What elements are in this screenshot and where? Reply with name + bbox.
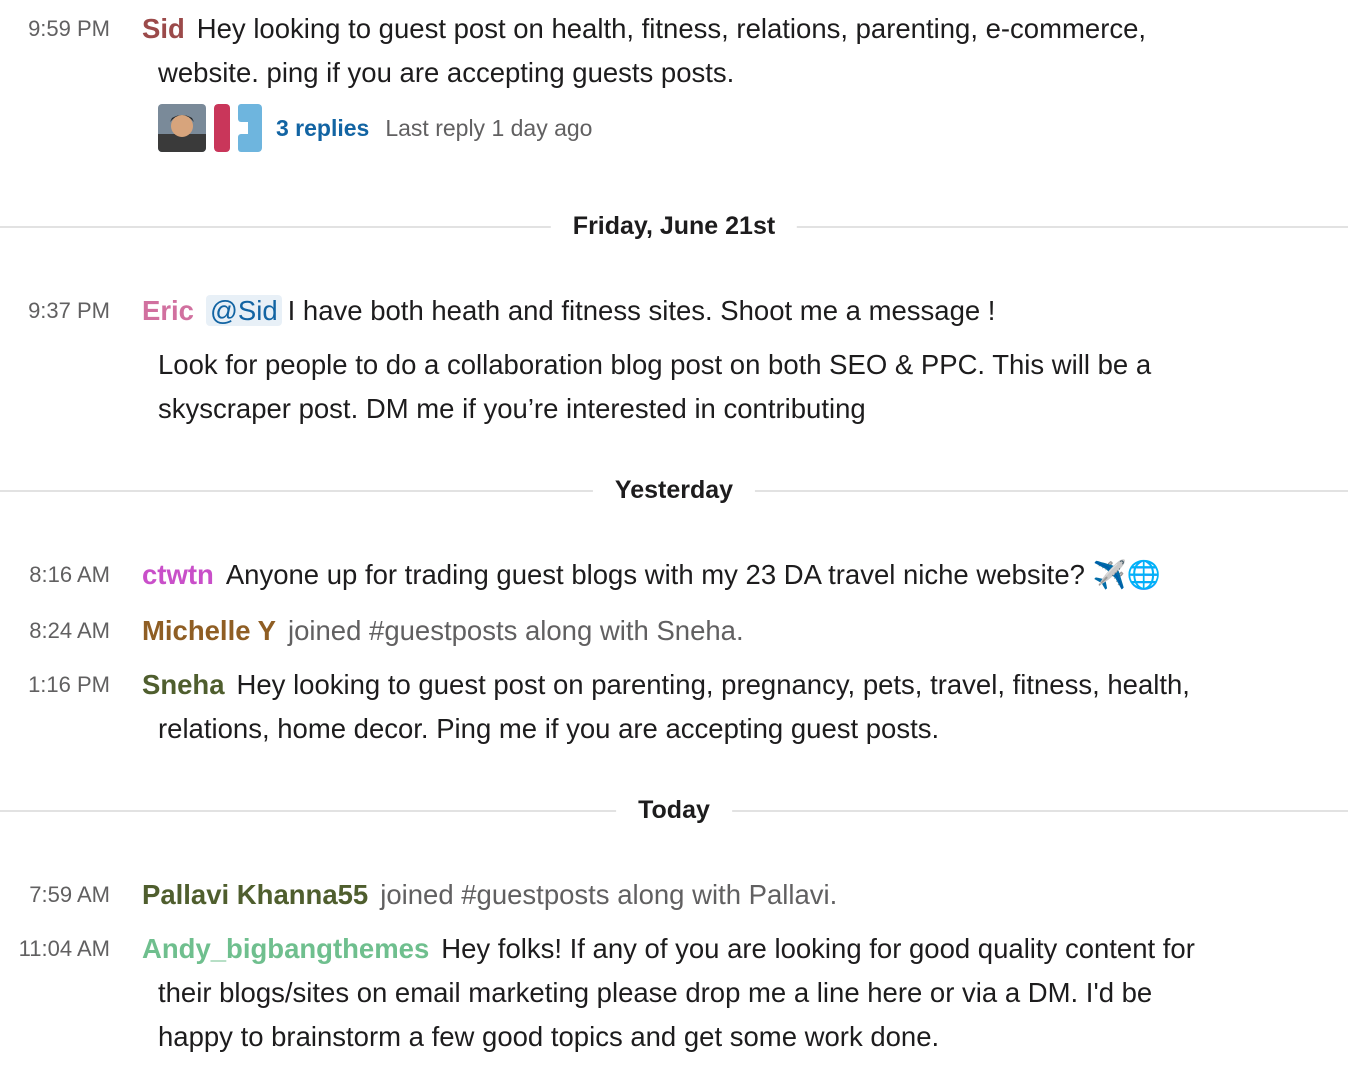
- message-text: Hey folks! If any of you are looking for…: [441, 933, 1195, 964]
- date-divider: Yesterday: [0, 473, 1348, 507]
- message-text: Hey looking to guest post on health, fit…: [196, 13, 1147, 44]
- date-divider-label[interactable]: Today: [616, 793, 732, 827]
- date-divider-label[interactable]: Friday, June 21st: [550, 209, 798, 243]
- message-timestamp[interactable]: 8:24 AM: [0, 618, 110, 644]
- message-timestamp[interactable]: 9:59 PM: [0, 16, 110, 42]
- message-first-line: Andy_bigbangthemes Hey folks! If any of y…: [142, 933, 1195, 965]
- message-timestamp[interactable]: 7:59 AM: [0, 882, 110, 908]
- system-message-text: joined #guestposts along with Pallavi.: [380, 879, 838, 910]
- message-first-line: Sneha Hey looking to guest post on parent…: [142, 669, 1190, 701]
- message-timestamp[interactable]: 11:04 AM: [0, 936, 110, 962]
- author-name[interactable]: Pallavi Khanna55: [142, 879, 368, 910]
- message-text-continued: website. ping if you are accepting guest…: [158, 57, 735, 88]
- message-timestamp[interactable]: 1:16 PM: [0, 672, 110, 698]
- message-first-line: Michelle Y joined #guestposts along with …: [142, 615, 744, 647]
- avatar[interactable]: [158, 104, 206, 152]
- author-name[interactable]: Michelle Y: [142, 615, 276, 646]
- message-text-continued: happy to brainstorm a few good topics an…: [158, 1021, 940, 1052]
- thread-summary[interactable]: 3 replies Last reply 1 day ago: [158, 104, 592, 152]
- date-divider-label[interactable]: Yesterday: [592, 473, 756, 507]
- message-text: I have both heath and fitness sites. Sho…: [287, 295, 996, 326]
- author-name[interactable]: Sneha: [142, 669, 225, 700]
- message-first-line: Pallavi Khanna55 joined #guestposts along…: [142, 879, 837, 911]
- message-text-continued: their blogs/sites on email marketing ple…: [158, 977, 1153, 1008]
- author-name[interactable]: ctwtn: [142, 559, 214, 590]
- message-timestamp[interactable]: 9:37 PM: [0, 298, 110, 324]
- message-text: Hey looking to guest post on parenting, …: [236, 669, 1190, 700]
- thread-last-reply: Last reply 1 day ago: [385, 114, 593, 141]
- message-text-continued: relations, home decor. Ping me if you ar…: [158, 713, 940, 744]
- message-first-line: ctwtn Anyone up for trading guest blogs w…: [142, 559, 1161, 591]
- date-divider: Friday, June 21st: [0, 209, 1348, 243]
- date-divider: Today: [0, 793, 1348, 827]
- author-name[interactable]: Eric: [142, 295, 194, 326]
- thread-replies-link[interactable]: 3 replies: [276, 115, 369, 142]
- message-text-continued: skyscraper post. DM me if you’re interes…: [158, 393, 866, 424]
- airplane-globe-emoji-icon: ✈️🌐: [1092, 559, 1162, 590]
- avatar[interactable]: [214, 104, 262, 152]
- message-first-line: Eric @Sid I have both heath and fitness si…: [142, 295, 995, 327]
- user-mention[interactable]: @Sid: [205, 295, 282, 326]
- message-timestamp[interactable]: 8:16 AM: [0, 562, 110, 588]
- system-message-text: joined #guestposts along with Sneha.: [288, 615, 744, 646]
- message-text: Anyone up for trading guest blogs with m…: [225, 559, 1085, 590]
- message-first-line: Sid Hey looking to guest post on health, …: [142, 13, 1146, 45]
- message-text-continued: Look for people to do a collaboration bl…: [158, 349, 1152, 380]
- author-name[interactable]: Andy_bigbangthemes: [142, 933, 429, 964]
- author-name[interactable]: Sid: [142, 13, 185, 44]
